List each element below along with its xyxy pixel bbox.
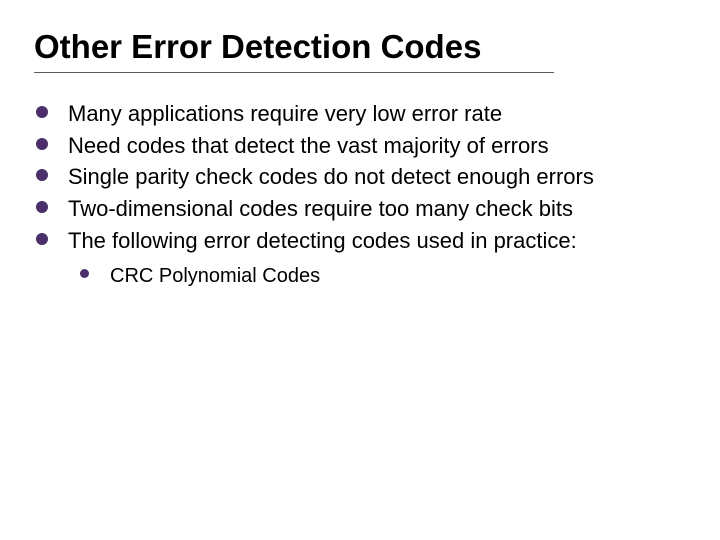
- list-item-text: Two-dimensional codes require too many c…: [68, 196, 573, 221]
- bullet-icon: [36, 201, 48, 213]
- bullet-icon: [36, 233, 48, 245]
- bullet-icon: [36, 106, 48, 118]
- bullet-icon: [36, 138, 48, 150]
- list-item: Two-dimensional codes require too many c…: [36, 194, 686, 224]
- bullet-list: Many applications require very low error…: [34, 99, 686, 290]
- list-item: The following error detecting codes used…: [36, 226, 686, 291]
- sub-list-item: CRC Polynomial Codes: [80, 263, 686, 290]
- list-item: Single parity check codes do not detect …: [36, 162, 686, 192]
- bullet-icon: [36, 169, 48, 181]
- sub-list-item-text: CRC Polynomial Codes: [110, 265, 320, 287]
- list-item: Need codes that detect the vast majority…: [36, 131, 686, 161]
- bullet-icon: [80, 269, 89, 278]
- list-item: Many applications require very low error…: [36, 99, 686, 129]
- list-item-text: Many applications require very low error…: [68, 101, 502, 126]
- sub-bullet-list: CRC Polynomial Codes: [68, 263, 686, 290]
- slide: Other Error Detection Codes Many applica…: [0, 0, 720, 290]
- list-item-text: Need codes that detect the vast majority…: [68, 133, 549, 158]
- list-item-text: The following error detecting codes used…: [68, 228, 577, 253]
- list-item-text: Single parity check codes do not detect …: [68, 164, 594, 189]
- slide-title: Other Error Detection Codes: [34, 28, 554, 73]
